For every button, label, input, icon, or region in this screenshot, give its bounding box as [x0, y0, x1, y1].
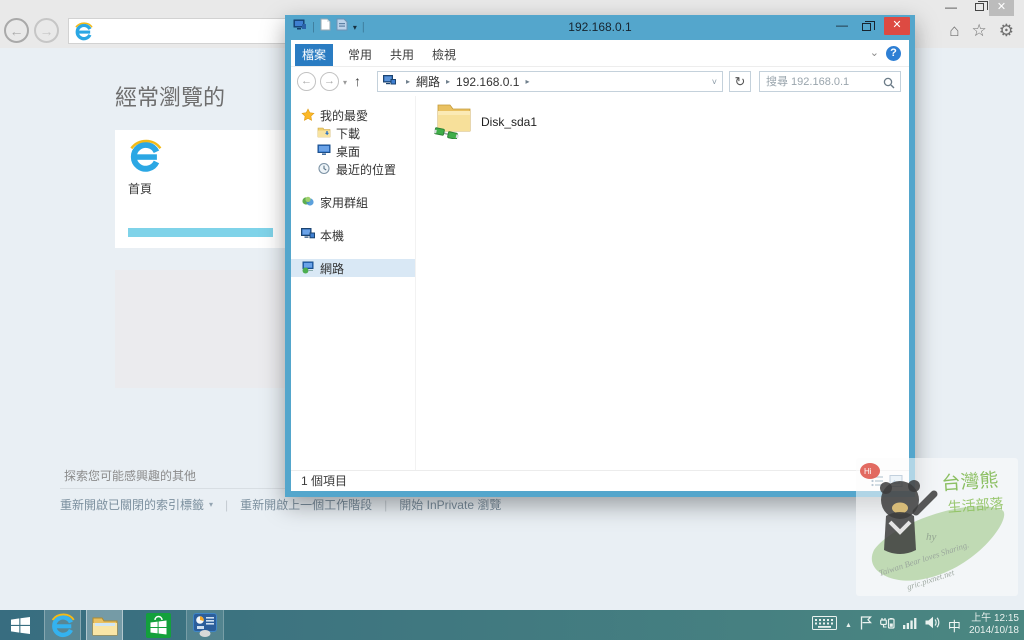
file-item-disk-sda1[interactable]: Disk_sda1 [433, 102, 538, 144]
start-button[interactable] [2, 610, 38, 640]
system-tray: ▲ 中 上午 12:15 2014/10/18 [811, 610, 1019, 640]
breadcrumb-host[interactable]: 192.168.0.1 [456, 75, 519, 89]
tab-home[interactable]: 常用 [343, 44, 377, 66]
explorer-minimize-button[interactable]: — [833, 19, 851, 34]
ribbon-collapse-icon[interactable]: ⌄ [870, 46, 879, 59]
discover-text: 探索您可能感興趣的其他 [64, 469, 197, 483]
explorer-window: | ▾ | 192.168.0.1 — ✕ 檔案 常用 共用 檢視 ⌄ ? ← … [285, 15, 915, 497]
frequent-sites-heading: 經常瀏覽的 [115, 85, 226, 110]
breadcrumb-network[interactable]: 網路 [416, 73, 440, 90]
home-icon[interactable]: ⌂ [949, 21, 959, 41]
reopen-closed-tabs-link[interactable]: 重新開啟已關閉的索引標籤 [60, 496, 204, 513]
watermark-title-1: 台灣熊 [941, 469, 999, 495]
sidebar-item-homegroup[interactable]: 家用群組 [291, 193, 415, 211]
ie-restore-button[interactable] [975, 1, 988, 11]
address-breadcrumb-bar[interactable]: ▸ 網路 ▸ 192.168.0.1 ▸ ˅ [377, 71, 723, 92]
nav-forward-button[interactable]: → [320, 72, 339, 91]
nav-history-dropdown-icon[interactable]: ▾ [343, 78, 347, 87]
ie-titlebar[interactable]: — ✕ [0, 0, 1024, 16]
file-list-pane[interactable]: Disk_sda1 [415, 96, 909, 470]
show-hidden-icons-arrow[interactable]: ▲ [845, 622, 852, 629]
search-box[interactable] [759, 71, 901, 92]
frequent-site-tile-empty[interactable] [115, 270, 285, 388]
ie-logo-icon [74, 22, 93, 41]
navigation-pane: 我的最愛 下載 桌面 最近的位置 家用群組 本機 網路 [291, 96, 415, 470]
search-input[interactable] [766, 73, 881, 90]
star-icon [301, 108, 315, 122]
crumb-arrow-icon: ▸ [406, 77, 411, 86]
file-name: Disk_sda1 [481, 115, 538, 129]
watermark-signature: hy [926, 531, 937, 543]
tray-date: 2014/10/18 [968, 625, 1019, 636]
tab-view[interactable]: 檢視 [427, 44, 461, 66]
taskbar-store-button[interactable] [140, 610, 177, 640]
taskbar-file-explorer-button[interactable] [86, 610, 123, 640]
ie-close-button[interactable]: ✕ [989, 0, 1014, 16]
chevron-down-icon: ▾ [209, 500, 214, 509]
network-icon [301, 261, 315, 275]
search-icon [883, 76, 895, 94]
tile-frequency-bar [128, 228, 273, 237]
tile-label: 首頁 [128, 182, 153, 196]
address-dropdown-icon[interactable]: ˅ [712, 77, 717, 87]
ie-back-button[interactable]: ← [4, 18, 29, 43]
tab-share[interactable]: 共用 [385, 44, 419, 66]
shared-folder-icon [433, 102, 474, 144]
explorer-close-button[interactable]: ✕ [884, 17, 910, 35]
sidebar-item-recent-places[interactable]: 最近的位置 [291, 160, 415, 178]
ie-minimize-button[interactable]: — [940, 1, 962, 16]
reopen-last-session-link[interactable]: 重新開啟上一個工作階段 [240, 496, 372, 513]
homegroup-icon [301, 195, 315, 209]
sidebar-item-network[interactable]: 網路 [291, 259, 415, 277]
action-center-flag-icon[interactable] [860, 615, 872, 635]
downloads-folder-icon [317, 126, 331, 140]
item-count: 1 個項目 [301, 474, 348, 488]
ie-forward-button[interactable]: → [34, 18, 59, 43]
refresh-button[interactable]: ↻ [729, 71, 751, 92]
ime-language-indicator[interactable]: 中 [948, 616, 961, 635]
monitor-icon [317, 144, 331, 158]
nav-back-button[interactable]: ← [297, 72, 316, 91]
inprivate-browsing-link[interactable]: 開始 InPrivate 瀏覽 [399, 496, 501, 513]
this-pc-icon [301, 228, 315, 242]
navigation-bar: ← → ▾ ↑ ▸ 網路 ▸ 192.168.0.1 ▸ ˅ ↻ [291, 68, 909, 96]
desktop: — ✕ ← → ⌂ ☆ ⚙ 經常瀏覽的 首頁 探索您可能感興趣的其他 重新開啟已… [0, 0, 1024, 640]
tray-clock[interactable]: 上午 12:15 2014/10/18 [969, 613, 1019, 637]
touch-keyboard-icon[interactable] [811, 615, 837, 635]
network-pc-icon [383, 74, 396, 89]
tab-file[interactable]: 檔案 [295, 44, 333, 66]
taskbar-settings-app-button[interactable] [186, 610, 224, 640]
crumb-arrow-icon: ▸ [446, 77, 451, 86]
network-signal-icon[interactable] [902, 616, 917, 634]
sidebar-item-downloads[interactable]: 下載 [291, 124, 415, 142]
favorites-star-icon[interactable]: ☆ [972, 21, 987, 41]
frequent-site-tile-home[interactable]: 首頁 [115, 130, 285, 248]
volume-speaker-icon[interactable] [925, 616, 940, 634]
power-plug-icon[interactable] [880, 616, 895, 635]
hi-bubble-text: Hi [864, 467, 872, 476]
help-icon[interactable]: ? [886, 46, 901, 61]
explorer-restore-button[interactable] [862, 21, 875, 31]
settings-gear-icon[interactable]: ⚙ [999, 21, 1014, 41]
recent-places-icon [317, 162, 331, 176]
explorer-window-title: 192.168.0.1 [568, 20, 632, 34]
status-bar: 1 個項目 [291, 470, 909, 491]
taiwan-bear-watermark: Hi 台灣熊 生活部落 hy Taiwan Bear loves Sharing… [856, 458, 1018, 596]
taskbar: ▲ 中 上午 12:15 2014/10/18 [0, 610, 1024, 640]
sidebar-item-desktop[interactable]: 桌面 [291, 142, 415, 160]
sidebar-item-this-pc[interactable]: 本機 [291, 226, 415, 244]
ie-logo-icon [128, 139, 162, 173]
nav-up-button[interactable]: ↑ [354, 73, 361, 89]
ribbon-tab-bar: 檔案 常用 共用 檢視 ⌄ ? [291, 40, 909, 67]
explorer-titlebar[interactable]: | ▾ | 192.168.0.1 — ✕ [285, 15, 915, 40]
tray-time: 上午 12:15 [971, 613, 1019, 624]
sidebar-item-favorites[interactable]: 我的最愛 [291, 106, 415, 124]
crumb-arrow-icon: ▸ [525, 77, 530, 86]
taskbar-ie-button[interactable] [44, 610, 81, 640]
